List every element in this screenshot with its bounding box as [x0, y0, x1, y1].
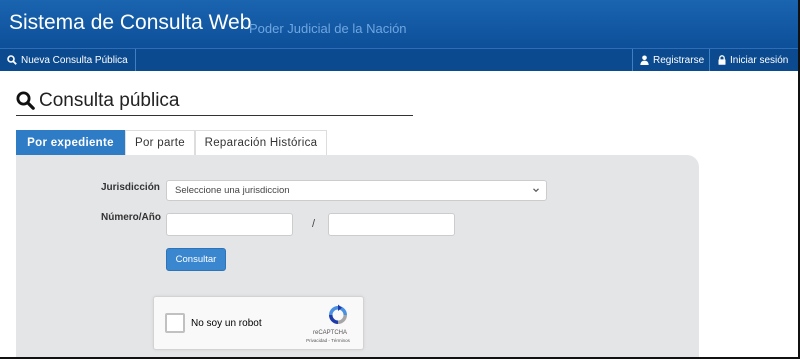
anio-input[interactable] [328, 213, 455, 236]
site-subtitle: Poder Judicial de la Nación [249, 21, 407, 36]
lock-icon [718, 55, 726, 65]
search-icon [7, 55, 17, 65]
chevron-down-icon [533, 188, 539, 193]
tab-reparacion-historica[interactable]: Reparación Histórica [195, 130, 327, 155]
recaptcha-widget: No soy un robot reCAPTCHA Privacidad - T… [153, 296, 364, 350]
site-title: Sistema de Consulta Web [9, 11, 252, 34]
user-icon [640, 55, 649, 65]
page-title: Consulta pública [39, 89, 180, 111]
nav-registrarse[interactable]: Registrarse [632, 49, 709, 71]
nav-iniciar-sesion[interactable]: Iniciar sesión [709, 49, 791, 71]
consultar-button[interactable]: Consultar [166, 248, 226, 271]
tab-por-parte[interactable]: Por parte [125, 130, 195, 155]
recaptcha-brand: reCAPTCHA [312, 330, 347, 336]
recaptcha-checkbox[interactable] [165, 313, 185, 333]
recaptcha-logo-icon [329, 304, 347, 324]
nav-nueva-consulta[interactable]: Nueva Consulta Pública [0, 49, 136, 71]
numero-input[interactable] [166, 213, 293, 236]
jurisdiccion-select-value: Seleccione una jurisdiccion [175, 185, 290, 196]
jurisdiccion-label: Jurisdicción [101, 182, 160, 193]
nav-iniciar-sesion-label: Iniciar sesión [730, 54, 789, 66]
site-header: Sistema de Consulta Web Poder Judicial d… [0, 0, 798, 48]
recaptcha-label: No soy un robot [191, 318, 262, 329]
tab-por-expediente[interactable]: Por expediente [16, 130, 125, 155]
top-navbar: Nueva Consulta Pública Registrarse Inici… [0, 48, 798, 71]
search-icon [16, 91, 35, 110]
nav-nueva-consulta-label: Nueva Consulta Pública [21, 54, 128, 66]
numero-anio-label: Número/Año [101, 212, 161, 223]
jurisdiccion-select[interactable]: Seleccione una jurisdiccion [166, 180, 547, 201]
nav-registrarse-label: Registrarse [653, 54, 705, 66]
numero-anio-separator: / [312, 218, 316, 230]
page-heading: Consulta pública [16, 86, 413, 116]
recaptcha-terms-link[interactable]: Privacidad - Términos [296, 338, 360, 343]
